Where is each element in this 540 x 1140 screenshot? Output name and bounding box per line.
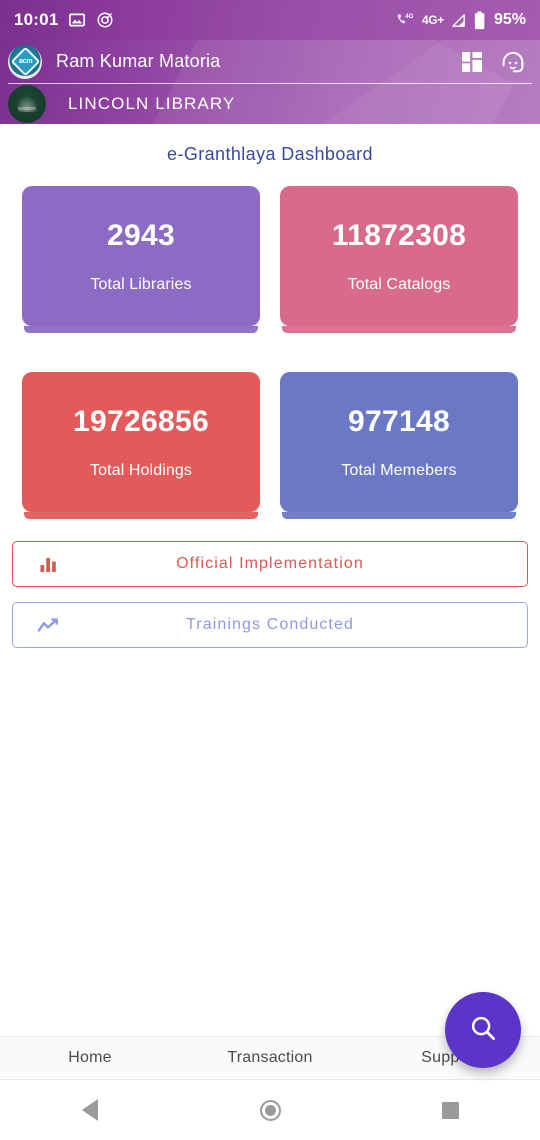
call-network-icon: 4G — [396, 12, 416, 29]
search-fab-button[interactable] — [445, 992, 521, 1068]
system-home-button[interactable] — [180, 1099, 360, 1121]
stat-value: 19726856 — [73, 404, 209, 438]
system-recents-button[interactable] — [360, 1101, 540, 1119]
support-headset-icon[interactable] — [500, 50, 526, 74]
action-label: Official Implementation — [176, 555, 364, 572]
line-chart-icon — [35, 616, 61, 635]
status-bar-left: 10:01 — [14, 10, 114, 30]
stat-card-total-catalogs[interactable]: 11872308 Total Catalogs — [280, 186, 518, 333]
stat-value: 11872308 — [331, 218, 467, 252]
action-label: Trainings Conducted — [186, 616, 354, 633]
status-bar-right: 4G 4G+ 95% — [396, 11, 526, 30]
stat-value: 977148 — [348, 404, 450, 438]
page-title: e-Granthlaya Dashboard — [167, 144, 373, 164]
signal-strength-icon — [450, 12, 467, 29]
do-not-disturb-icon — [96, 11, 114, 29]
stat-card-total-holdings[interactable]: 19726856 Total Holdings — [22, 372, 260, 519]
main-content: e-Granthlaya Dashboard 2943 Total Librar… — [0, 124, 540, 1056]
stat-card-total-members[interactable]: 977148 Total Memebers — [280, 372, 518, 519]
stat-value: 2943 — [107, 218, 175, 252]
status-time: 10:01 — [14, 10, 59, 29]
acm-logo-icon: acm — [10, 46, 40, 77]
system-back-button[interactable] — [0, 1099, 180, 1121]
battery-icon — [473, 11, 486, 30]
trainings-conducted-button[interactable]: Trainings Conducted — [12, 602, 528, 648]
recents-square-icon — [441, 1101, 459, 1119]
stat-label: Total Memebers — [341, 461, 457, 479]
app-bar-user-row: acm Ram Kumar Matoria — [0, 40, 540, 83]
library-name-label: LINCOLN LIBRARY — [68, 94, 236, 113]
bar-chart-icon — [35, 555, 61, 574]
app-bar-library-row: LINCOLN LIBRARY — [0, 84, 540, 124]
dashboard-grid-icon[interactable] — [460, 50, 484, 74]
bottom-nav-item-transaction[interactable]: Transaction — [180, 1049, 360, 1067]
stat-label: Total Libraries — [90, 275, 192, 293]
svg-text:4G: 4G — [405, 13, 413, 20]
official-implementation-button[interactable]: Official Implementation — [12, 541, 528, 587]
image-icon — [68, 11, 86, 29]
battery-percent-label: 95% — [493, 11, 526, 28]
network-type-label: 4G+ — [421, 13, 444, 27]
back-triangle-icon — [82, 1099, 98, 1121]
app-bar-actions — [460, 50, 526, 74]
stat-card-total-libraries[interactable]: 2943 Total Libraries — [22, 186, 260, 333]
status-bar: 10:01 4G 4G+ 95% — [0, 0, 540, 40]
bottom-nav-item-home[interactable]: Home — [0, 1049, 180, 1067]
stat-cards-grid: 2943 Total Libraries 11872308 Total Cata… — [0, 165, 540, 519]
system-navigation-bar — [0, 1080, 540, 1140]
avatar[interactable]: acm — [8, 44, 42, 79]
stat-label: Total Catalogs — [347, 275, 451, 293]
user-name-label: Ram Kumar Matoria — [56, 51, 221, 71]
search-icon — [468, 1013, 498, 1048]
home-circle-icon — [259, 1099, 281, 1121]
library-logo-icon — [8, 85, 46, 123]
action-button-list: Official Implementation Trainings Conduc… — [0, 512, 540, 648]
app-bar: acm Ram Kumar Matoria LINCOLN LIBRARY — [0, 40, 540, 124]
stat-label: Total Holdings — [90, 461, 192, 479]
